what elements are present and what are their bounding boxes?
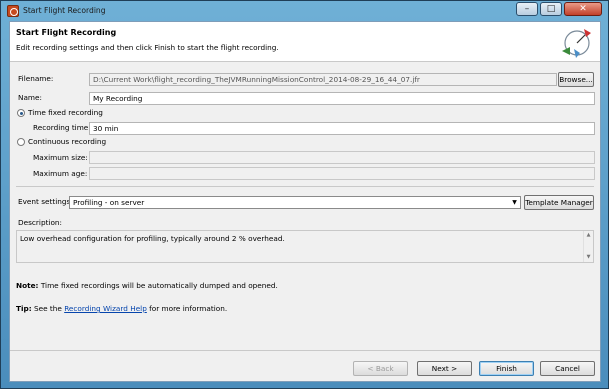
tip-post: for more information. <box>149 304 228 313</box>
event-settings-value: Profiling - on server <box>73 198 145 207</box>
tip-bold: Tip: <box>16 304 32 313</box>
max-size-label: Maximum size: <box>33 153 88 162</box>
recording-time-label: Recording time: <box>33 123 91 132</box>
window-title: Start Flight Recording <box>23 6 106 15</box>
dialog-window: Start Flight Recording – □ ✕ Start Fligh… <box>0 0 609 389</box>
browse-button[interactable]: Browse... <box>558 72 594 87</box>
cancel-button[interactable]: Cancel <box>540 361 595 376</box>
description-label: Description: <box>18 218 63 227</box>
description-text-area[interactable]: Low overhead configuration for profiling… <box>16 230 594 263</box>
note-text: Note: Time fixed recordings will be auto… <box>16 281 278 290</box>
note-body: Time fixed recordings will be automatica… <box>40 281 278 290</box>
window-controls: – □ ✕ <box>514 2 602 16</box>
description-scrollbar[interactable]: ▲ ▼ <box>583 231 593 262</box>
minimize-icon: – <box>524 4 530 14</box>
maximize-icon: □ <box>546 4 556 14</box>
finish-button[interactable]: Finish <box>479 361 534 376</box>
max-age-label: Maximum age: <box>33 169 88 178</box>
tip-pre: See the <box>33 304 62 313</box>
app-icon <box>7 5 19 17</box>
time-fixed-radio[interactable] <box>17 109 25 117</box>
wizard-title: Start Flight Recording <box>16 28 117 37</box>
close-button[interactable]: ✕ <box>564 2 602 16</box>
button-bar: < Back Next > Finish Cancel <box>10 350 600 382</box>
max-size-field[interactable] <box>89 151 595 164</box>
recording-time-field[interactable]: 30 min <box>89 122 595 135</box>
next-button[interactable]: Next > <box>417 361 472 376</box>
max-age-field[interactable] <box>89 167 595 180</box>
template-manager-button[interactable]: Template Manager <box>524 195 594 210</box>
title-bar[interactable]: Start Flight Recording – □ ✕ <box>1 1 608 21</box>
event-settings-select[interactable]: Profiling - on server ▼ <box>69 196 521 209</box>
continuous-radio[interactable] <box>17 138 25 146</box>
dropdown-arrow-icon: ▼ <box>512 199 517 206</box>
name-label: Name: <box>18 93 42 102</box>
name-field[interactable]: My Recording <box>89 92 595 105</box>
filename-label: Filename: <box>18 74 54 83</box>
wizard-header: Start Flight Recording Edit recording se… <box>10 22 600 62</box>
event-settings-label: Event settings: <box>18 197 73 206</box>
recording-wizard-help-link[interactable]: Recording Wizard Help <box>64 304 147 313</box>
minimize-button[interactable]: – <box>516 2 538 16</box>
description-text: Low overhead configuration for profiling… <box>20 234 285 243</box>
tip-text: Tip: See the Recording Wizard Help for m… <box>16 304 227 313</box>
maximize-button[interactable]: □ <box>540 2 562 16</box>
filename-field[interactable]: D:\Current Work\flight_recording_TheJVMR… <box>89 73 557 86</box>
scroll-down-icon[interactable]: ▼ <box>584 253 593 262</box>
note-bold: Note: <box>16 281 39 290</box>
scroll-up-icon[interactable]: ▲ <box>584 231 593 240</box>
continuous-label[interactable]: Continuous recording <box>28 137 106 146</box>
wizard-banner-icon <box>562 29 591 58</box>
close-icon: ✕ <box>579 4 587 14</box>
wizard-description: Edit recording settings and then click F… <box>16 43 279 52</box>
time-fixed-label[interactable]: Time fixed recording <box>28 108 103 117</box>
separator <box>16 186 594 187</box>
back-button[interactable]: < Back <box>353 361 408 376</box>
dialog-content: Start Flight Recording Edit recording se… <box>9 21 601 382</box>
